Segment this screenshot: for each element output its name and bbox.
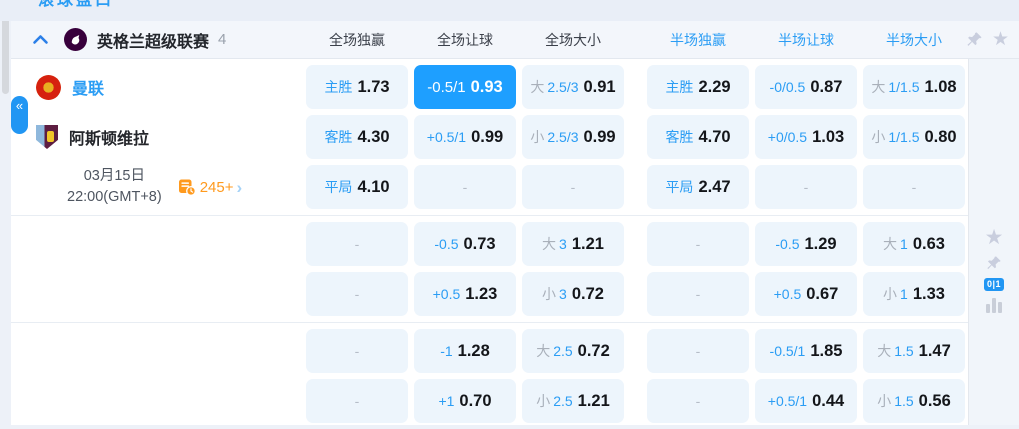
odds-cell[interactable]: 小 3 0.72 [522,272,624,316]
column-header-fulltime-overunder: 全场大小 [545,31,601,48]
collapse-league-chevron-up-icon[interactable] [32,34,49,45]
pin-icon[interactable] [966,31,983,48]
odds-cell-empty[interactable]: - [306,329,408,373]
odds-cell-empty[interactable]: - [522,165,624,209]
match-odds-card: 曼联 主胜 1.73 -0.5/1 0.93 大 2.5/3 0.91 主胜 2.29 -… [11,59,969,425]
column-header-halftime-win: 半场独赢 [670,31,726,48]
odds-row: - +0.5 1.23 小 3 0.72 - +0.5 0.67 小 1 1.33 [11,269,968,319]
premier-league-logo [64,28,87,51]
match-date: 03月15日 [83,167,145,184]
odds-cell[interactable]: -1 1.28 [414,329,516,373]
collapse-sidebar-handle[interactable]: « [11,96,28,134]
right-action-rail: ★ 0|1 [969,59,1019,425]
odds-cell[interactable]: 大 3 1.21 [522,222,624,266]
odds-row: - -1 1.28 大 2.5 0.72 - -0.5/1 1.85 大 1.5 1.47 [11,326,968,376]
odds-cell[interactable]: 大 1 0.63 [863,222,965,266]
odds-cell[interactable]: +0.5/1 0.99 [414,115,516,159]
home-team[interactable]: 曼联 [11,74,105,100]
odds-row: 阿斯顿维拉 客胜 4.30 +0.5/1 0.99 小 2.5/3 0.99 客胜 4.7… [11,112,968,162]
odds-row: - +1 0.70 小 2.5 1.21 - +0.5/1 0.44 小 1.5 0.56 [11,376,968,426]
odds-cell[interactable]: 平局 2.47 [647,165,749,209]
odds-cell-empty[interactable]: - [647,379,749,423]
favorite-star-icon[interactable]: ★ [992,30,1009,49]
odds-cell[interactable]: 小 2.5/3 0.99 [522,115,624,159]
odds-cell[interactable]: 小 1.5 0.56 [863,379,965,423]
odds-cell-empty[interactable]: - [647,272,749,316]
stats-bar-chart-icon[interactable] [986,298,1002,313]
more-markets-count: 245+ [199,178,234,196]
odds-cell[interactable]: 大 1/1.5 1.08 [863,65,965,109]
odds-cell-empty[interactable]: - [306,222,408,266]
top-tab-clipped[interactable]: 滚球盘口 [38,0,114,10]
odds-cell[interactable]: +1 0.70 [414,379,516,423]
odds-cell[interactable]: 主胜 1.73 [306,65,408,109]
away-team-name: 阿斯顿维拉 [69,131,150,148]
league-name: 英格兰超级联赛 [97,33,210,51]
odds-cell[interactable]: 小 1/1.5 0.80 [863,115,965,159]
more-markets-link[interactable]: 245+ › [178,178,242,196]
odds-cell[interactable]: +0.5 0.67 [755,272,857,316]
manchester-united-crest-icon [36,74,61,100]
column-header-halftime-overunder: 半场大小 [886,31,942,48]
match-time: 22:00(GMT+8) [67,189,162,205]
odds-cell-empty[interactable]: - [755,165,857,209]
away-team[interactable]: 阿斯顿维拉 [11,125,149,149]
top-strip: 滚球盘口 [0,0,1019,21]
odds-cell-empty[interactable]: - [414,165,516,209]
odds-cell[interactable]: +0.5 1.23 [414,272,516,316]
odds-section-alt-2: - -1 1.28 大 2.5 0.72 - -0.5/1 1.85 大 1.5 1.47 … [11,323,968,429]
odds-cell-empty[interactable]: - [647,329,749,373]
league-match-count: 4 [218,31,227,48]
column-header-halftime-handicap: 半场让球 [778,31,834,48]
odds-cell-selected[interactable]: -0.5/1 0.93 [414,65,516,109]
odds-section-main: 曼联 主胜 1.73 -0.5/1 0.93 大 2.5/3 0.91 主胜 2.29 -… [11,59,968,216]
aston-villa-crest-icon [36,125,58,149]
odds-cell[interactable]: 大 2.5/3 0.91 [522,65,624,109]
odds-cell[interactable]: -0.5/1 1.85 [755,329,857,373]
column-header-fulltime-win: 全场独赢 [329,31,385,48]
odds-cell[interactable]: 主胜 2.29 [647,65,749,109]
odds-cell[interactable]: 小 1 1.33 [863,272,965,316]
odds-cell[interactable]: -0.5 1.29 [755,222,857,266]
odds-cell-empty[interactable]: - [863,165,965,209]
odds-cell-empty[interactable]: - [647,222,749,266]
chevron-right-icon: › [236,177,243,197]
odds-row: 03月15日 22:00(GMT+8) 245+ › 平局 4.10 - - 平局… [11,162,968,212]
pin-icon[interactable] [986,255,1002,271]
odds-cell[interactable]: 大 1.5 1.47 [863,329,965,373]
column-header-fulltime-handicap: 全场让球 [437,31,493,48]
odds-cell[interactable]: 客胜 4.70 [647,115,749,159]
odds-cell[interactable]: 小 2.5 1.21 [522,379,624,423]
odds-cell[interactable]: 大 2.5 0.72 [522,329,624,373]
match-datetime: 03月15日 22:00(GMT+8) [67,166,162,208]
odds-cell[interactable]: 客胜 4.30 [306,115,408,159]
odds-cell[interactable]: -0.5 0.73 [414,222,516,266]
odds-cell-empty[interactable]: - [306,379,408,423]
odds-cell[interactable]: 平局 4.10 [306,165,408,209]
odds-cell[interactable]: -0/0.5 0.87 [755,65,857,109]
odds-cell-empty[interactable]: - [306,272,408,316]
odds-cell[interactable]: +0/0.5 1.03 [755,115,857,159]
odds-section-alt-1: - -0.5 0.73 大 3 1.21 - -0.5 1.29 大 1 0.63 - +0… [11,216,968,323]
home-team-name: 曼联 [72,81,105,98]
league-header: 英格兰超级联赛 4 全场独赢 全场让球 全场大小 半场独赢 半场让球 半场大小 … [11,21,1019,59]
markets-list-clock-icon [178,178,196,196]
odds-row: - -0.5 0.73 大 3 1.21 - -0.5 1.29 大 1 0.63 [11,219,968,269]
odds-row: 曼联 主胜 1.73 -0.5/1 0.93 大 2.5/3 0.91 主胜 2.29 -… [11,62,968,112]
favorite-star-icon[interactable]: ★ [985,227,1004,248]
score-toggle-badge[interactable]: 0|1 [983,278,1005,291]
odds-cell[interactable]: +0.5/1 0.44 [755,379,857,423]
